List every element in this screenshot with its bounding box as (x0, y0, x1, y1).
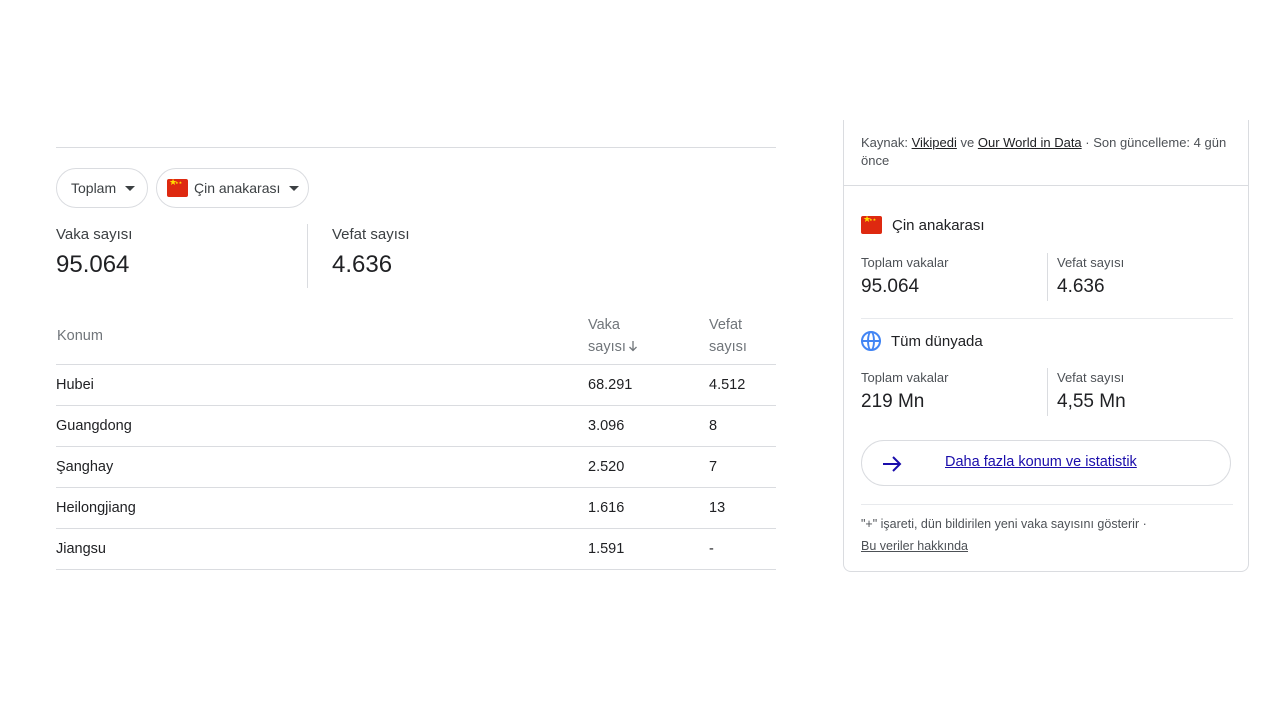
table-row: Jiangsu 1.591 - (56, 528, 776, 570)
divider (844, 185, 1248, 186)
row-deaths: 7 (709, 446, 776, 488)
row-cases: 1.591 (588, 528, 709, 570)
world-deaths-value: 4,55 Mn (1057, 391, 1126, 412)
source-prefix: Kaynak: (861, 135, 912, 150)
row-location: Şanghay (56, 446, 588, 488)
table-row: Şanghay 2.520 7 (56, 446, 776, 488)
cases-header-line2: sayısı (588, 339, 626, 356)
row-cases: 1.616 (588, 487, 709, 529)
covid-stats-panel: Toplam Çin anakarası Vaka sayısı 95.064 … (56, 0, 776, 720)
caret-down-icon (125, 186, 136, 191)
china-flag-icon (167, 179, 188, 197)
table-row: Guangdong 3.096 8 (56, 405, 776, 447)
total-filter-dropdown[interactable]: Toplam (56, 168, 148, 208)
deaths-header-line1: Vefat (709, 317, 743, 334)
globe-icon (861, 331, 881, 351)
world-heading: Tüm dünyada (861, 331, 983, 351)
row-deaths: 13 (709, 487, 776, 529)
row-location: Heilongjiang (56, 487, 588, 529)
deaths-summary: Vefat sayısı 4.636 (332, 226, 410, 279)
region-total-cases: Toplam vakalar 95.064 (861, 255, 948, 298)
deaths-column-header[interactable]: Vefat sayısı (709, 309, 776, 365)
row-location: Jiangsu (56, 528, 588, 570)
world-total-cases-value: 219 Mn (861, 391, 925, 412)
region-filter-label: Çin anakarası (194, 180, 281, 196)
region-deaths-value: 4.636 (1057, 276, 1105, 297)
region-heading: Çin anakarası (861, 216, 985, 234)
china-flag-icon (861, 216, 882, 234)
footnote-text: "+" işareti, dün bildirilen yeni vaka sa… (861, 517, 1147, 531)
row-location: Guangdong (56, 405, 588, 447)
source-mid: ve (956, 135, 978, 150)
source-line: Kaynak: Vikipedi ve Our World in Data · … (861, 134, 1231, 170)
caret-down-icon (289, 186, 300, 191)
stats-card: Kaynak: Vikipedi ve Our World in Data · … (843, 120, 1249, 572)
cases-value: 95.064 (56, 251, 130, 278)
world-deaths: Vefat sayısı 4,55 Mn (1057, 370, 1126, 413)
row-cases: 3.096 (588, 405, 709, 447)
deaths-value: 4.636 (332, 251, 393, 278)
arrow-right-icon (883, 456, 902, 472)
row-deaths: - (709, 528, 776, 570)
location-table: Konum Vaka sayısı Vefat sayısı Hubei 68.… (56, 309, 776, 570)
total-filter-label: Toplam (71, 180, 117, 196)
region-total-cases-value: 95.064 (861, 276, 920, 297)
row-deaths: 4.512 (709, 364, 776, 406)
cases-label: Vaka sayısı (56, 226, 133, 243)
row-cases: 68.291 (588, 364, 709, 406)
row-location: Hubei (56, 364, 588, 406)
footnote: "+" işareti, dün bildirilen yeni vaka sa… (861, 513, 1241, 557)
sort-down-arrow-icon (628, 341, 637, 352)
stat-divider (307, 224, 308, 288)
cases-column-header[interactable]: Vaka sayısı (588, 309, 709, 365)
about-data-link[interactable]: Bu veriler hakkında (861, 539, 968, 553)
region-deaths-label: Vefat sayısı (1057, 255, 1125, 270)
region-name: Çin anakarası (892, 216, 985, 234)
region-total-cases-label: Toplam vakalar (861, 255, 949, 270)
divider (861, 504, 1233, 505)
location-column-header[interactable]: Konum (56, 309, 588, 365)
cases-summary: Vaka sayısı 95.064 (56, 226, 132, 279)
world-deaths-label: Vefat sayısı (1057, 370, 1125, 385)
cases-header-line1: Vaka (588, 317, 620, 334)
divider (861, 318, 1233, 319)
divider (56, 147, 776, 148)
table-row: Hubei 68.291 4.512 (56, 364, 776, 406)
world-total-cases-label: Toplam vakalar (861, 370, 949, 385)
world-total-cases: Toplam vakalar 219 Mn (861, 370, 948, 413)
table-row: Heilongjiang 1.616 13 (56, 487, 776, 529)
divider (1047, 253, 1048, 301)
more-locations-button[interactable]: Daha fazla konum ve istatistik (861, 440, 1231, 486)
row-cases: 2.520 (588, 446, 709, 488)
deaths-header-line2: sayısı (709, 339, 747, 356)
source-link-wikipedia[interactable]: Vikipedi (912, 135, 957, 150)
source-link-owid[interactable]: Our World in Data (978, 135, 1082, 150)
deaths-label: Vefat sayısı (332, 226, 410, 243)
region-deaths: Vefat sayısı 4.636 (1057, 255, 1124, 298)
table-header-row: Konum Vaka sayısı Vefat sayısı (56, 309, 776, 365)
region-filter-dropdown[interactable]: Çin anakarası (156, 168, 309, 208)
more-locations-label: Daha fazla konum ve istatistik (945, 454, 1137, 470)
row-deaths: 8 (709, 405, 776, 447)
divider (1047, 368, 1048, 416)
world-name: Tüm dünyada (891, 332, 983, 350)
